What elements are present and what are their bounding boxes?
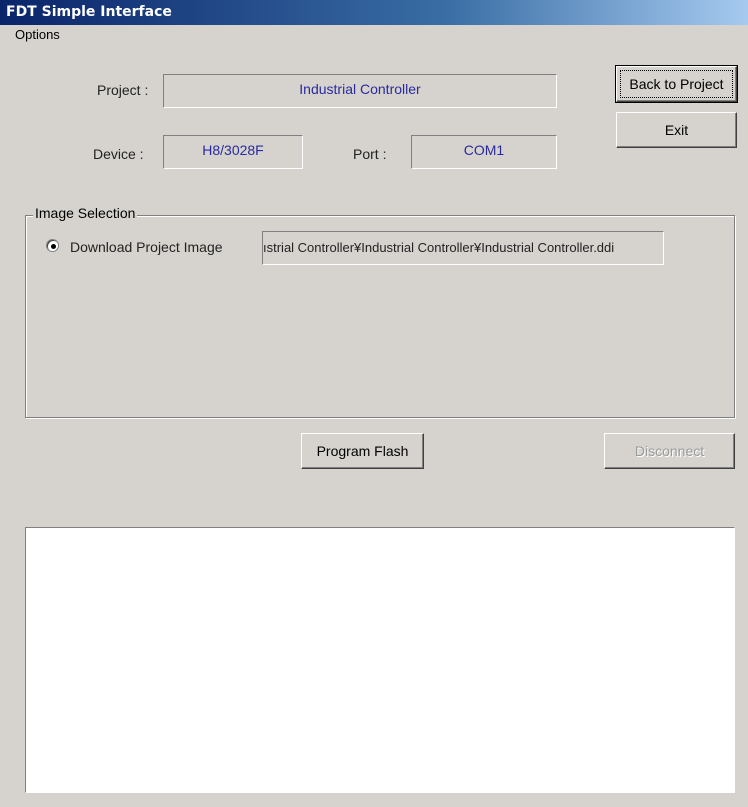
log-output-area[interactable]	[25, 527, 735, 793]
exit-label: Exit	[664, 122, 689, 138]
port-label: Port :	[353, 146, 387, 162]
device-field: H8/3028F	[163, 135, 303, 169]
disconnect-label: Disconnect	[634, 443, 705, 459]
image-path-value: ıstrial Controller¥Industrial Controller…	[263, 240, 615, 255]
disconnect-button[interactable]: Disconnect	[604, 433, 735, 469]
port-field: COM1	[411, 135, 557, 169]
port-value: COM1	[463, 142, 505, 158]
back-to-project-button[interactable]: Back to Project	[615, 65, 738, 103]
image-path-field: ıstrial Controller¥Industrial Controller…	[262, 231, 664, 265]
back-to-project-label: Back to Project	[629, 76, 724, 92]
title-bar: FDT Simple Interface	[0, 0, 748, 25]
program-flash-button[interactable]: Program Flash	[301, 433, 424, 469]
project-field: Industrial Controller	[163, 74, 557, 108]
program-flash-label: Program Flash	[316, 443, 409, 459]
menu-bar: Options	[0, 25, 748, 45]
radio-selected-dot	[51, 244, 56, 249]
menu-options[interactable]: Options	[15, 27, 60, 42]
window-title: FDT Simple Interface	[6, 4, 172, 20]
download-project-image-radio[interactable]	[46, 239, 59, 252]
download-project-image-label[interactable]: Download Project Image	[70, 239, 223, 255]
device-value: H8/3028F	[202, 142, 264, 158]
project-value: Industrial Controller	[299, 81, 421, 97]
device-label: Device :	[93, 146, 144, 162]
project-label: Project :	[97, 82, 149, 98]
exit-button[interactable]: Exit	[616, 112, 737, 148]
image-selection-legend: Image Selection	[33, 205, 138, 221]
